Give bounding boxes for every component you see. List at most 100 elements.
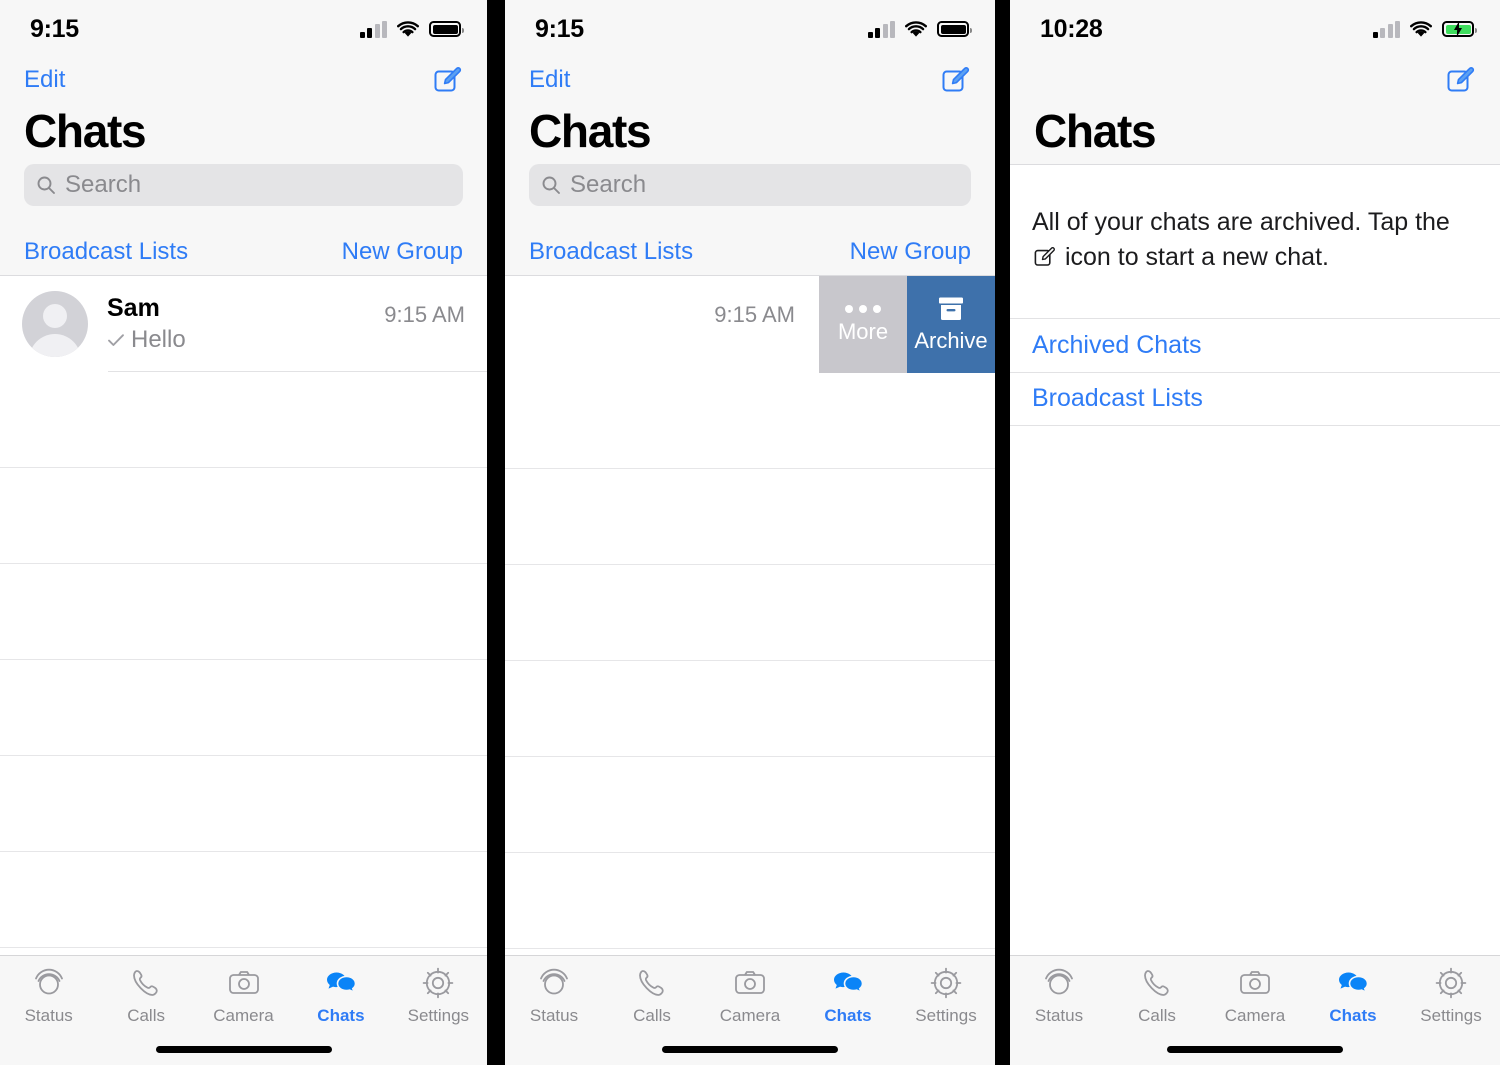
swipe-action-archive[interactable]: Archive [907, 276, 995, 374]
tab-chats[interactable]: Chats [799, 956, 897, 1034]
tab-bar: Status Calls Camera Chats Settings [0, 955, 487, 1065]
broadcast-lists-button[interactable]: Broadcast Lists [529, 238, 693, 266]
archived-chats-link[interactable]: Archived Chats [1010, 317, 1500, 372]
broadcast-lists-link[interactable]: Broadcast Lists [1010, 371, 1500, 426]
compose-icon [1034, 246, 1056, 268]
edit-button[interactable]: Edit [24, 66, 65, 94]
search-placeholder: Search [65, 171, 142, 199]
status-time: 9:15 [30, 14, 79, 43]
chat-bubbles-icon [831, 966, 865, 1000]
phone-screen-2: 9:15 Edit Chats Search Broadcast Lists N… [505, 0, 995, 1065]
tab-status[interactable]: Status [505, 956, 603, 1034]
ellipsis-icon [845, 304, 881, 313]
chat-bubbles-icon [1336, 966, 1370, 1000]
tab-label: Chats [1329, 1006, 1377, 1025]
chat-timestamp: 9:15 AM [384, 302, 465, 328]
home-indicator[interactable] [155, 1046, 332, 1053]
search-icon [36, 175, 56, 195]
empty-list-row [505, 469, 995, 566]
tab-label: Calls [1138, 1006, 1176, 1025]
tab-label: Camera [1224, 1006, 1286, 1025]
search-input[interactable]: Search [529, 164, 971, 207]
compose-icon[interactable] [1446, 65, 1476, 95]
chat-preview: Hello [107, 326, 471, 354]
archived-empty-state: All of your chats are archived. Tap the … [1010, 165, 1500, 426]
compose-icon[interactable] [941, 65, 971, 95]
chat-timestamp: 9:15 AM [714, 302, 795, 328]
status-indicators [1372, 20, 1477, 38]
search-input[interactable]: Search [24, 164, 463, 207]
tab-status[interactable]: Status [1010, 956, 1108, 1034]
tab-label: Status [24, 1006, 73, 1025]
search-icon [541, 175, 561, 195]
list-section-header: Broadcast Lists New Group [505, 228, 995, 277]
tab-bar: Status Calls Camera Chats Settings [505, 955, 995, 1065]
empty-list-row [0, 372, 487, 469]
default-avatar-icon [22, 291, 88, 358]
tab-settings[interactable]: Settings [1402, 956, 1500, 1034]
status-bar: 10:28 [1010, 0, 1500, 58]
status-indicators [867, 20, 972, 38]
phone-icon [1140, 966, 1174, 1000]
tab-label: Status [529, 1006, 579, 1025]
tab-label: Settings [1420, 1006, 1482, 1025]
status-bar: 9:15 [505, 0, 995, 58]
empty-state-message-before: All of your chats are archived. Tap the [1032, 208, 1450, 237]
swipe-action-label: More [837, 318, 889, 344]
tab-label: Camera [719, 1006, 781, 1025]
list-section-header: Broadcast Lists New Group [0, 228, 487, 277]
new-group-button[interactable]: New Group [850, 238, 971, 266]
wifi-icon [1410, 20, 1432, 38]
tab-settings[interactable]: Settings [390, 956, 487, 1034]
empty-state-message: All of your chats are archived. Tap the … [1010, 165, 1500, 274]
empty-list-row [0, 468, 487, 565]
home-indicator[interactable] [662, 1046, 838, 1053]
chat-bubbles-icon [324, 966, 358, 1000]
home-indicator[interactable] [1167, 1046, 1343, 1053]
broadcast-lists-button[interactable]: Broadcast Lists [24, 238, 188, 266]
tab-calls[interactable]: Calls [1108, 956, 1206, 1034]
tab-status[interactable]: Status [0, 956, 97, 1034]
chat-list-item-sam[interactable]: Sam Hello 9:15 AM [0, 276, 487, 373]
tab-calls[interactable]: Calls [603, 956, 701, 1034]
empty-list-row [505, 373, 995, 470]
phone-icon [635, 966, 669, 1000]
tab-label: Settings [407, 1006, 470, 1025]
empty-list-row [0, 660, 487, 757]
tab-label: Settings [915, 1006, 977, 1025]
chat-preview-text: Hello [131, 326, 186, 354]
tab-chats[interactable]: Chats [1304, 956, 1402, 1034]
gear-icon [1434, 966, 1468, 1000]
charging-bolt-icon [1454, 21, 1462, 37]
tab-camera[interactable]: Camera [195, 956, 292, 1034]
tab-camera[interactable]: Camera [701, 956, 799, 1034]
gear-icon [929, 966, 963, 1000]
new-group-button[interactable]: New Group [342, 238, 463, 266]
swipe-action-more[interactable]: More [819, 276, 907, 374]
tab-camera[interactable]: Camera [1206, 956, 1304, 1034]
camera-icon [227, 966, 261, 1000]
tab-chats[interactable]: Chats [292, 956, 389, 1034]
tab-label: Status [1034, 1006, 1084, 1025]
battery-full-icon [429, 21, 464, 37]
empty-list-row [0, 564, 487, 661]
tab-label: Chats [824, 1006, 872, 1025]
phone-screen-1: 9:15 Edit Chats Search Broadcast Lists N… [0, 0, 487, 1065]
tab-settings[interactable]: Settings [897, 956, 995, 1034]
battery-charging-icon [1442, 21, 1477, 37]
empty-list-row [505, 565, 995, 662]
search-container: Search [24, 164, 463, 228]
chat-list-item-swiped[interactable]: 9:15 AM More Archive [505, 276, 995, 374]
cellular-signal-icon [359, 20, 387, 38]
compose-icon[interactable] [433, 65, 463, 95]
camera-icon [733, 966, 767, 1000]
empty-list-row [0, 756, 487, 853]
edit-button[interactable]: Edit [529, 66, 570, 94]
empty-state-links: Archived Chats Broadcast Lists [1010, 317, 1500, 426]
empty-state-message-after: icon to start a new chat. [1064, 242, 1329, 271]
nav-bar: Edit Chats Search [505, 58, 995, 229]
page-title: Chats [24, 105, 147, 157]
chat-list: Sam Hello 9:15 AM [0, 276, 487, 949]
status-rings-icon [537, 966, 571, 1000]
tab-calls[interactable]: Calls [97, 956, 194, 1034]
